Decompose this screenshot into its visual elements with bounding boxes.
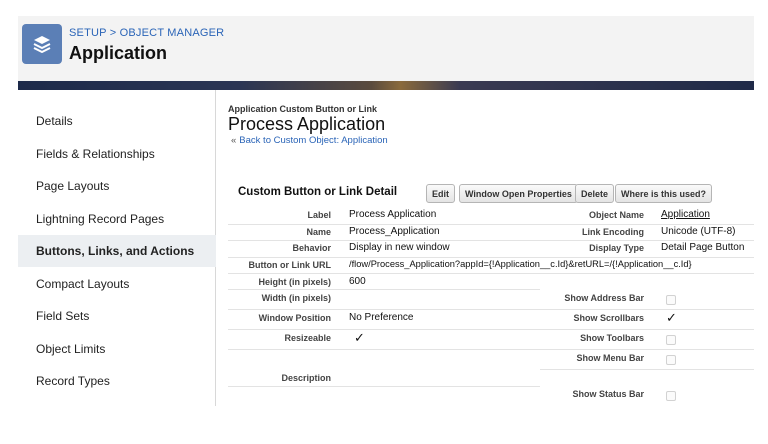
object-name-link[interactable]: Application [661, 209, 710, 220]
show-menu-bar-field-label: Show Menu Bar [576, 353, 644, 363]
where-is-this-used-button[interactable]: Where is this used? [615, 184, 713, 203]
link-encoding-field-value: Unicode (UTF-8) [661, 226, 736, 237]
page-title: Application [69, 43, 167, 63]
detail-section-title: Custom Button or Link Detail [238, 186, 398, 198]
url-field-value: /flow/Process_Application?appId={!Applic… [349, 259, 692, 269]
row-divider [540, 369, 754, 370]
height-field-value: 600 [349, 276, 366, 287]
back-to-object-link[interactable]: «Back to Custom Object: Application [231, 135, 388, 146]
label-field-label: Label [307, 210, 331, 220]
sidebar-item-record-types[interactable]: Record Types [18, 365, 216, 397]
header-banner [18, 81, 754, 90]
row-divider [228, 240, 754, 241]
window-open-properties-button[interactable]: Window Open Properties [459, 184, 578, 203]
sidebar-item-details[interactable]: Details [18, 105, 216, 137]
window-position-field-label: Window Position [258, 313, 331, 323]
breadcrumb-separator: > [109, 27, 117, 39]
sidebar-item-field-sets[interactable]: Field Sets [18, 300, 216, 332]
sidebar-item-buttons-links-actions[interactable]: Buttons, Links, and Actions [18, 235, 216, 267]
page-header: SETUP > OBJECT MANAGER Application [18, 16, 754, 82]
name-field-label: Name [306, 227, 331, 237]
page-subtitle: Application Custom Button or Link [228, 104, 377, 114]
back-marker: « [231, 135, 237, 146]
record-title: Process Application [228, 114, 386, 134]
show-address-bar-field-label: Show Address Bar [564, 293, 644, 303]
behavior-field-value: Display in new window [349, 242, 450, 253]
sidebar-item-fields-relationships[interactable]: Fields & Relationships [18, 138, 216, 170]
sidebar: Details Fields & Relationships Page Layo… [18, 90, 216, 406]
show-toolbars-checkbox [666, 335, 676, 345]
object-name-field-label: Object Name [588, 210, 644, 220]
sidebar-item-page-layouts[interactable]: Page Layouts [18, 170, 216, 202]
resizeable-checkmark-icon: ✓ [354, 330, 365, 345]
show-status-bar-checkbox [666, 391, 676, 401]
show-toolbars-field-label: Show Toolbars [580, 333, 644, 343]
row-divider [228, 289, 540, 290]
row-divider [228, 257, 754, 258]
show-scrollbars-checkmark-icon: ✓ [666, 310, 677, 325]
show-scrollbars-field-label: Show Scrollbars [573, 313, 644, 323]
edit-button[interactable]: Edit [426, 184, 455, 203]
window-position-field-value: No Preference [349, 312, 414, 323]
breadcrumb-object-manager-link[interactable]: OBJECT MANAGER [120, 27, 225, 39]
show-status-bar-field-label: Show Status Bar [572, 389, 644, 399]
display-type-field-label: Display Type [589, 243, 644, 253]
row-divider [228, 329, 754, 330]
back-link-text[interactable]: Back to Custom Object: Application [239, 135, 387, 146]
breadcrumb: SETUP > OBJECT MANAGER [69, 27, 224, 39]
breadcrumb-setup-link[interactable]: SETUP [69, 27, 106, 39]
resizeable-field-label: Resizeable [284, 333, 331, 343]
row-divider [228, 386, 540, 387]
description-field-label: Description [281, 373, 331, 383]
sidebar-item-compact-layouts[interactable]: Compact Layouts [18, 268, 216, 300]
layers-icon [22, 24, 62, 64]
show-menu-bar-checkbox [666, 355, 676, 365]
url-field-label: Button or Link URL [248, 260, 332, 270]
main-content: Application Custom Button or Link Proces… [228, 90, 758, 410]
behavior-field-label: Behavior [292, 243, 331, 253]
name-field-value: Process_Application [349, 226, 440, 237]
row-divider [228, 349, 754, 350]
sidebar-item-object-limits[interactable]: Object Limits [18, 333, 216, 365]
row-divider [228, 224, 754, 225]
width-field-label: Width (in pixels) [261, 293, 331, 303]
sidebar-item-lightning-record-pages[interactable]: Lightning Record Pages [18, 203, 216, 235]
row-divider [228, 273, 754, 274]
link-encoding-field-label: Link Encoding [582, 227, 644, 237]
show-address-bar-checkbox [666, 295, 676, 305]
label-field-value: Process Application [349, 209, 437, 220]
display-type-field-value: Detail Page Button [661, 242, 745, 253]
height-field-label: Height (in pixels) [258, 277, 331, 287]
delete-button[interactable]: Delete [575, 184, 615, 203]
